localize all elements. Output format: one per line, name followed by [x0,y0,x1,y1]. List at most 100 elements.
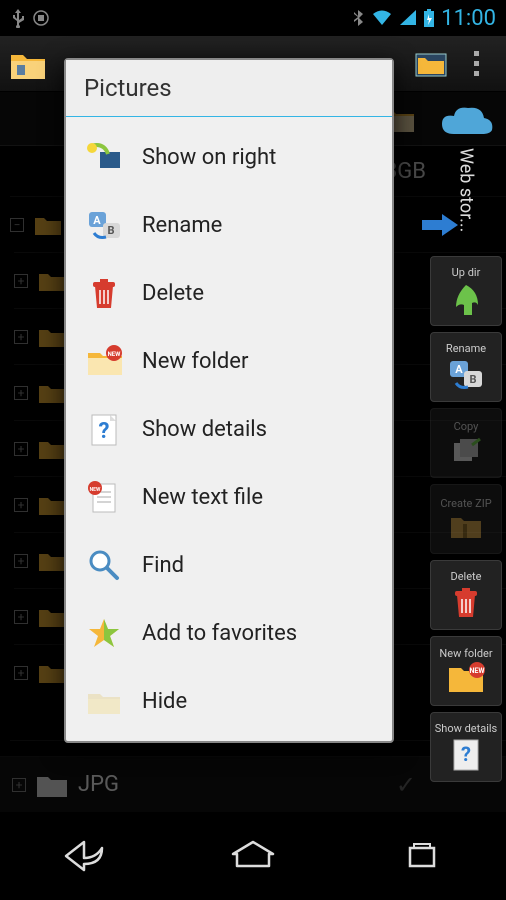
folder-icon [38,270,66,292]
action-pane-icon[interactable] [410,42,454,86]
expand-icon[interactable]: + [14,666,28,680]
menu-list: Show on right AB Rename Delete NEW New f… [66,117,392,741]
svg-text:B: B [107,224,114,237]
menu-item-rename[interactable]: AB Rename [66,191,392,259]
star-icon [86,615,122,651]
sidebar: Web stor... Up dir Rename AB Copy Create… [430,100,502,782]
copy-icon [450,435,482,465]
dialog-title: Pictures [66,60,392,117]
bluetooth-icon [351,8,365,28]
sidebar-item-label: Delete [451,571,482,583]
recent-icon [402,838,442,874]
menu-item-label: Find [142,553,184,578]
sidebar-delete-button[interactable]: Delete [430,560,502,630]
sidebar-item-label: Up dir [452,267,481,279]
clock-text: 11:00 [441,6,496,31]
menu-item-label: Rename [142,213,222,238]
folder-icon [38,550,66,572]
collapse-icon[interactable]: − [10,218,24,232]
home-button[interactable] [213,828,293,884]
expand-icon[interactable]: + [14,274,28,288]
folder-icon [38,438,66,460]
sidebar-item-label: Copy [454,421,479,433]
status-bar: 11:00 [0,0,506,36]
menu-item-find[interactable]: Find [66,531,392,599]
expand-icon[interactable]: + [14,330,28,344]
expand-icon[interactable]: + [14,386,28,400]
folder-icon [34,214,62,236]
menu-item-label: New folder [142,349,248,374]
trash-icon [86,275,122,311]
menu-item-label: Hide [142,689,187,714]
folder-icon [38,382,66,404]
svg-text:A: A [455,363,463,376]
app-icon[interactable] [8,44,48,84]
folder-icon [38,606,66,628]
sidebar-zip-button[interactable]: Create ZIP [430,484,502,554]
back-icon [62,838,106,874]
folder-icon [38,326,66,348]
newfolder-icon: NEW [447,662,485,694]
find-icon [86,547,122,583]
home-icon [229,838,277,874]
expand-icon[interactable]: + [14,442,28,456]
signal-icon [399,9,417,27]
updir-icon [450,281,482,315]
menu-item-add-favorites[interactable]: Add to favorites [66,599,392,667]
hide-icon [86,683,122,719]
sidebar-copy-button[interactable]: Copy [430,408,502,478]
adb-icon [32,8,50,28]
sidebar-item-label: Show details [435,723,498,735]
svg-text:A: A [93,214,101,227]
sidebar-newfolder-button[interactable]: New folder NEW [430,636,502,706]
expand-icon[interactable]: + [14,498,28,512]
recent-button[interactable] [382,828,462,884]
sidebar-item-label: New folder [439,648,492,660]
arrow-right-icon [420,210,460,240]
sidebar-rename-button[interactable]: Rename AB [430,332,502,402]
menu-item-label: Show details [142,417,267,442]
newtext-icon: NEW [86,479,122,515]
zip-icon [449,512,483,540]
menu-item-label: New text file [142,485,263,510]
folder-white-icon [36,772,68,798]
svg-text:NEW: NEW [469,667,485,675]
web-storage-button[interactable]: Web stor... [430,100,502,250]
svg-text:NEW: NEW [90,487,101,493]
menu-item-show-details[interactable]: ? Show details [66,395,392,463]
details-icon: ? [86,411,122,447]
navigation-bar [0,812,506,900]
sidebar-item-label: Create ZIP [440,498,491,510]
expand-icon[interactable]: + [14,610,28,624]
trash-icon [451,585,481,619]
sidebar-details-button[interactable]: Show details ? [430,712,502,782]
menu-item-new-folder[interactable]: NEW New folder [66,327,392,395]
menu-item-label: Delete [142,281,204,306]
back-button[interactable] [44,828,124,884]
menu-item-delete[interactable]: Delete [66,259,392,327]
svg-text:?: ? [461,742,471,766]
battery-icon [423,8,435,28]
sidebar-updir-button[interactable]: Up dir [430,256,502,326]
check-icon: ✓ [396,771,416,799]
expand-icon[interactable]: + [12,778,26,792]
rename-icon: AB [86,207,122,243]
menu-item-label: Show on right [142,145,276,170]
details-icon: ? [451,737,481,771]
sidebar-item-label: Rename [446,343,486,355]
folder-icon [38,494,66,516]
menu-item-show-on-right[interactable]: Show on right [66,123,392,191]
overflow-menu-icon[interactable] [454,42,498,86]
folder-icon [38,662,66,684]
expand-icon[interactable]: + [14,554,28,568]
wifi-icon [371,9,393,27]
menu-item-hide[interactable]: Hide [66,667,392,735]
context-menu-dialog: Pictures Show on right AB Rename Delete … [64,58,394,743]
menu-item-label: Add to favorites [142,621,297,646]
menu-item-new-text-file[interactable]: NEW New text file [66,463,392,531]
usb-icon [10,8,26,28]
cloud-icon [436,100,496,144]
newfolder-icon: NEW [86,343,122,379]
rename-icon: AB [446,357,486,391]
svg-text:?: ? [99,419,110,444]
